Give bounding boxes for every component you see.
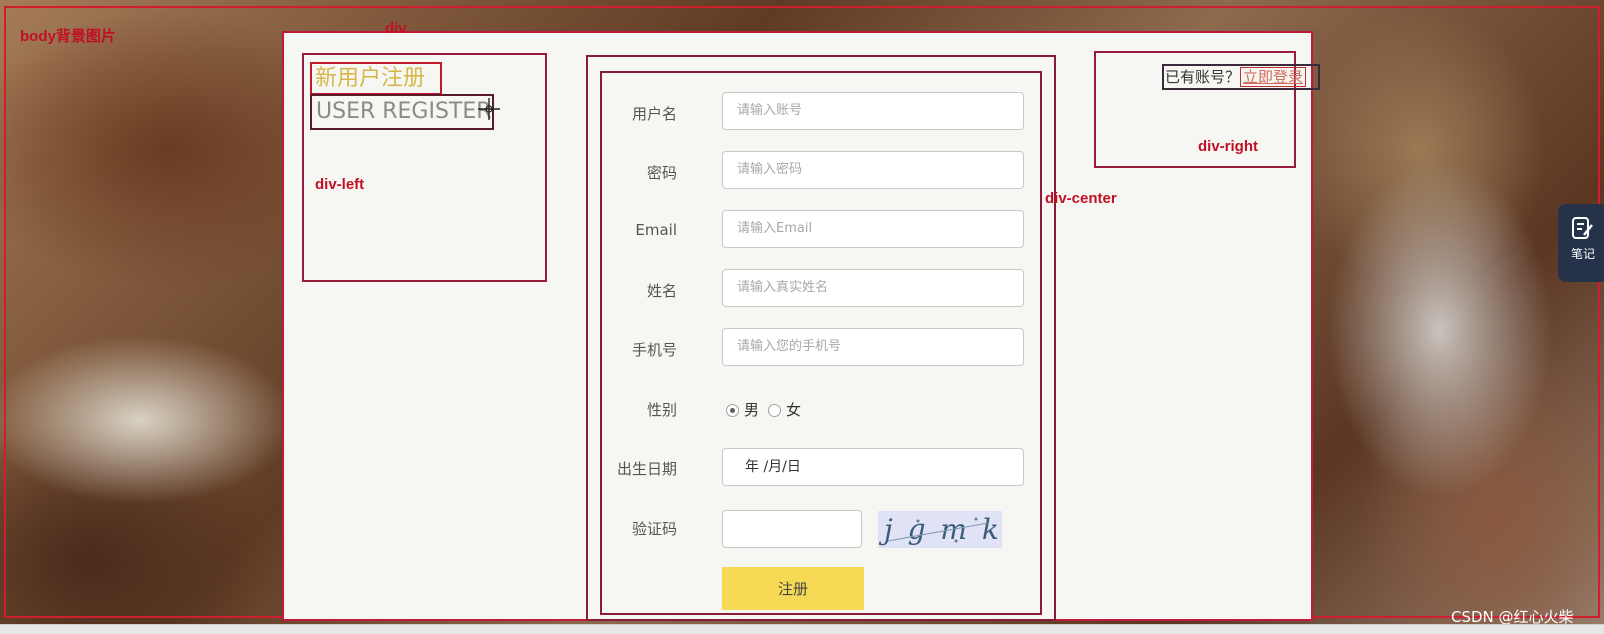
annotation-left: div-left: [315, 176, 365, 193]
gender-female-label: 女: [786, 401, 802, 419]
login-prompt-text: 已有账号？: [1165, 68, 1241, 86]
username-label: 用户名: [631, 105, 677, 123]
captcha-label: 验证码: [631, 520, 677, 538]
gender-female-radio[interactable]: [768, 404, 781, 417]
register-subtitle: USER REGISTER: [310, 94, 494, 130]
gender-label: 性别: [646, 401, 677, 419]
captcha-input[interactable]: [722, 510, 862, 548]
annotation-right: div-right: [1198, 138, 1258, 155]
annotation-center: div-center: [1045, 190, 1117, 207]
captcha-image[interactable]: j g m k j: [878, 511, 1002, 548]
password-label: 密码: [646, 164, 677, 182]
username-input[interactable]: 请输入账号: [722, 92, 1024, 130]
birthday-label: 出生日期: [616, 460, 677, 478]
crosshair-cursor-icon: [478, 98, 500, 120]
note-widget[interactable]: 笔记: [1558, 204, 1604, 282]
login-prompt: 已有账号？ 立即登录: [1162, 64, 1320, 90]
note-edit-icon: [1572, 217, 1593, 239]
login-link[interactable]: 立即登录: [1240, 67, 1307, 87]
phone-label: 手机号: [631, 341, 677, 359]
svg-text:j g m k j: j g m k j: [878, 513, 1002, 546]
annotation-body: body背景图片: [20, 28, 116, 45]
register-title: 新用户注册: [310, 62, 442, 95]
name-input[interactable]: 请输入真实姓名: [722, 269, 1024, 307]
register-button[interactable]: 注册: [722, 567, 864, 610]
annotation-div: div: [385, 20, 407, 37]
gender-male-radio[interactable]: [726, 404, 739, 417]
name-label: 姓名: [646, 282, 677, 300]
email-label: Email: [635, 221, 677, 239]
password-input[interactable]: 请输入密码: [722, 151, 1024, 189]
captcha-noise: j g m k j: [878, 513, 1002, 546]
email-input[interactable]: 请输入Email: [722, 210, 1024, 248]
gender-male-label: 男: [744, 401, 760, 419]
phone-input[interactable]: 请输入您的手机号: [722, 328, 1024, 366]
birthday-date-input[interactable]: 年 /月/日: [722, 448, 1024, 486]
horizontal-scrollbar[interactable]: [0, 624, 1604, 634]
note-widget-label: 笔记: [1570, 247, 1595, 261]
